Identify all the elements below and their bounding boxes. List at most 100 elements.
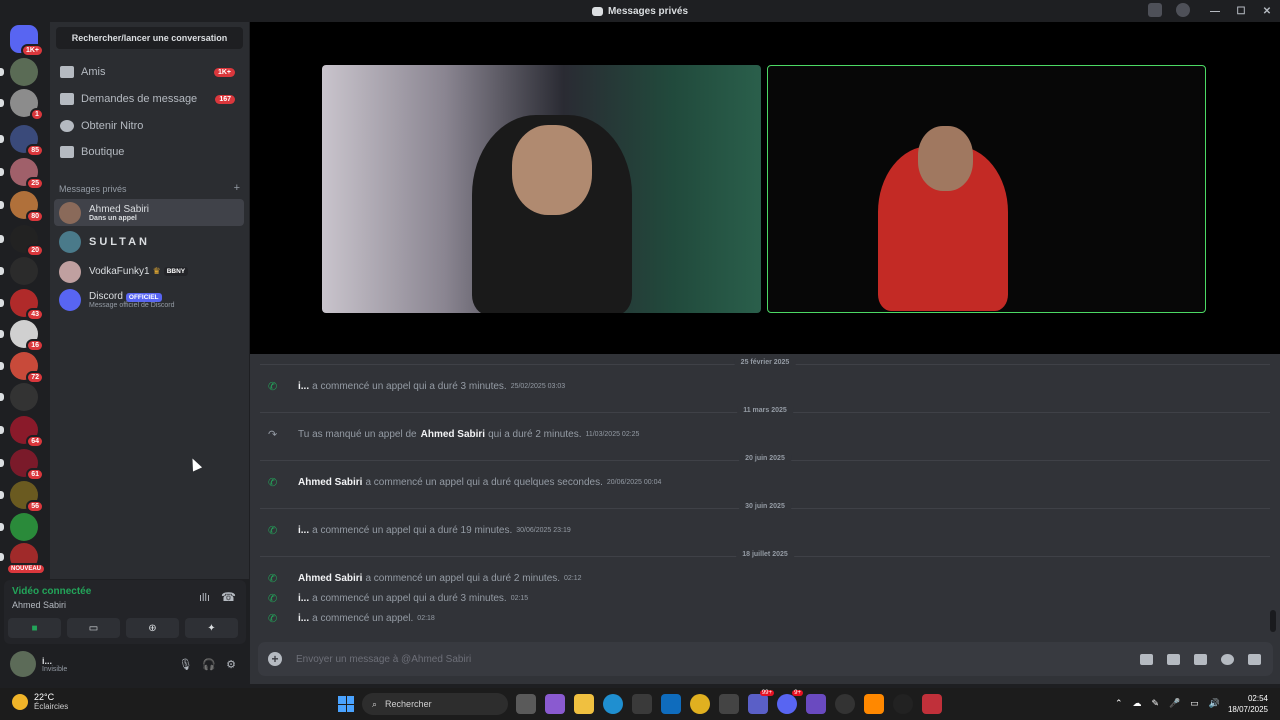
dm-item-ahmed[interactable]: Ahmed Sabiri Dans un appel [54,199,244,226]
dm-item-vodkafunky[interactable]: VodkaFunky1 ♛ BBNY [54,258,244,285]
minimize-button[interactable]: — [1202,0,1228,22]
video-stage [250,22,1280,354]
inbox-app-icon[interactable] [719,694,739,714]
nav-nitro[interactable]: Obtenir Nitro [54,113,245,139]
chrome-icon[interactable] [690,694,710,714]
avatar[interactable] [10,651,36,677]
gif-icon[interactable] [1167,653,1180,665]
gift-icon[interactable] [1140,653,1153,665]
discord-app-icon[interactable]: 9+ [777,690,803,714]
server-icon-server-3[interactable]: 85 [10,125,44,157]
chatgpt-icon[interactable] [835,694,855,714]
emoji-icon[interactable] [1221,653,1234,665]
weather-widget[interactable]: 22°C Éclaircies [12,692,68,711]
nav-friends[interactable]: Amis 1K+ [54,59,245,85]
cloud-icon[interactable]: ☁ [1133,698,1142,709]
sticker-icon[interactable] [1194,653,1207,665]
server-icon-server-8[interactable]: 43 [10,289,44,321]
taskbar-search[interactable]: ⌕ Rechercher [362,693,508,715]
voice-channel[interactable]: Ahmed Sabiri [12,600,66,610]
phone-icon: ✆ [268,381,278,393]
camera-button[interactable]: ■ [8,618,61,638]
call-message: ✆ i... a commencé un appel qui a duré 19 m… [268,524,571,538]
gear-icon[interactable]: ⚙ [226,658,236,671]
server-icon-server-13[interactable]: 61 [10,449,44,481]
volume-icon[interactable]: 🔊 [1209,698,1220,709]
chevron-up-icon[interactable]: ⌃ [1115,698,1123,709]
vlc-icon[interactable] [864,694,884,714]
call-message: ✆ Ahmed Sabiri a commencé un appel qui a d… [268,476,662,490]
screen-share-button[interactable]: ▭ [67,618,120,638]
attach-plus-icon[interactable]: + [268,652,282,666]
server-icon-server-2[interactable]: 1 [10,89,44,121]
close-button[interactable]: ✕ [1254,0,1280,22]
clock[interactable]: 02:54 18/07/2025 [1228,693,1268,715]
dm-item-discord[interactable]: Discord OFFICIEL Message officiel de Disco… [54,286,244,313]
copilot-icon[interactable] [545,694,565,714]
activity-icon[interactable] [1248,653,1261,665]
outlook-icon[interactable] [661,694,681,714]
official-tag: OFFICIEL [125,292,162,302]
task-view-icon[interactable] [516,694,536,714]
unread-pip [0,299,4,307]
call-message: ✆ i... a commencé un appel. 02:18 [268,612,435,626]
unread-pip [0,68,4,76]
nav-shop[interactable]: Boutique [54,139,245,165]
server-icon-server-15[interactable] [10,513,38,541]
voice-panel: Vidéo connectée Ahmed Sabiri ıllı ☎ ■ ▭ … [4,580,246,644]
server-icon-server-12[interactable]: 64 [10,416,44,448]
server-icon-server-4[interactable]: 25 [10,158,44,190]
pen-icon[interactable]: ✎ [1152,698,1160,709]
unread-badge: 72 [26,371,44,384]
soundboard-button[interactable]: ✦ [185,618,238,638]
message-input[interactable]: Envoyer un message à @Ahmed Sabiri [296,654,471,665]
server-icon-server-7[interactable] [10,257,38,285]
date-divider: 25 février 2025 [260,359,1270,366]
help-icon[interactable] [1176,3,1190,17]
nitro-icon [60,120,74,132]
inbox-icon[interactable] [1148,3,1162,17]
server-icon-server-11[interactable] [10,383,38,411]
teams-icon[interactable]: 99+ [748,690,774,714]
obs-icon[interactable] [893,694,913,714]
dm-item-sultan[interactable]: SULTAN [54,228,244,255]
add-dm-button[interactable]: + [234,183,240,194]
server-icon-discord-home[interactable]: 1K+ [10,25,44,57]
nav-message-requests[interactable]: Demandes de message 167 [54,86,245,112]
unread-pip [0,553,4,561]
microphone-icon[interactable]: 🎙 [178,658,192,671]
game-app-icon[interactable] [806,694,826,714]
server-icon-server-5[interactable]: 80 [10,191,44,223]
video-tile-ahmed[interactable] [767,65,1206,313]
server-icon-server-6[interactable]: 20 [10,225,44,257]
server-icon-server-16[interactable]: NOUVEAU [5,543,46,575]
server-icon-server-14[interactable]: 56 [10,481,44,513]
video-tile-self[interactable] [322,65,761,313]
unread-badge: 25 [26,177,44,190]
search-conversation-button[interactable]: Rechercher/lancer une conversation [56,27,243,49]
capture-app-icon[interactable] [922,694,942,714]
message-input-bar: + Envoyer un message à @Ahmed Sabiri [258,642,1273,676]
unread-badge: 1K+ [20,44,44,57]
store-icon[interactable] [632,694,652,714]
disconnect-icon[interactable]: ☎ [221,590,236,604]
display-icon[interactable]: ▭ [1190,698,1199,709]
server-icon-server-9[interactable]: 16 [10,320,44,352]
discord-icon [591,6,603,16]
mic-tray-icon[interactable]: 🎤 [1169,698,1180,709]
file-explorer-icon[interactable] [574,694,594,714]
chat-scrollbar[interactable] [1270,610,1276,632]
server-icon-server-1[interactable] [10,58,38,86]
call-message: ✆ i... a commencé un appel qui a duré 3 mi… [268,592,529,606]
maximize-button[interactable]: ☐ [1228,0,1254,22]
activity-button[interactable]: ⊕ [126,618,179,638]
noise-suppression-icon[interactable]: ıllı [199,592,210,604]
call-message: ✆ i... a commencé un appel qui a duré 3 mi… [268,380,566,394]
avatar [59,230,81,253]
call-message: ✆ Ahmed Sabiri a commencé un appel qui a d… [268,572,582,586]
edge-icon[interactable] [603,694,623,714]
headphones-icon[interactable]: 🎧 [202,658,216,671]
server-icon-server-10[interactable]: 72 [10,352,44,384]
windows-start-icon[interactable] [338,696,354,712]
dm-sidebar: Rechercher/lancer une conversation Amis 1… [50,22,249,579]
